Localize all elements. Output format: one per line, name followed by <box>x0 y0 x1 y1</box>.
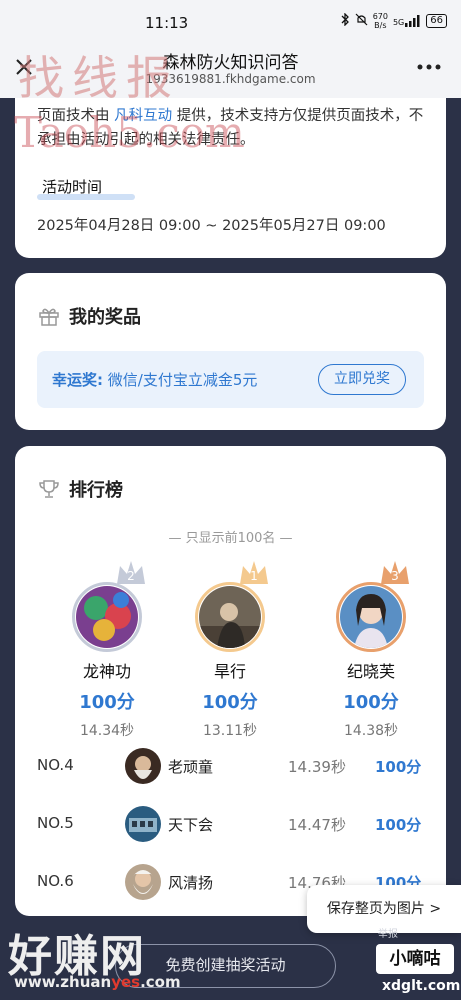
prize-header: 我的奖品 <box>37 303 141 329</box>
prize-value: 微信/支付宝立减金5元 <box>103 371 258 389</box>
avatar <box>125 806 161 842</box>
podium-time: 14.34秒 <box>79 723 135 739</box>
podium-score: 100分 <box>343 692 399 713</box>
bluetooth-icon <box>340 12 350 29</box>
avatar <box>199 586 261 648</box>
podium-second: 2 龙神功 100分 14.34秒 <box>47 561 167 740</box>
row-rank: NO.4 <box>37 756 74 774</box>
report-link[interactable]: 举报 <box>378 925 398 940</box>
status-bar: 11:13 670 B/s 5G 66 <box>0 0 461 42</box>
signal-label: 5G <box>392 18 405 27</box>
battery-level: 66 <box>430 15 443 26</box>
leaderboard-title: 排行榜 <box>69 480 123 501</box>
more-icon[interactable] <box>417 54 441 74</box>
prize-item: 幸运奖: 微信/支付宝立减金5元 立即兑奖 <box>37 351 424 408</box>
podium-avatar-wrap: 1 <box>193 561 268 654</box>
row-score: 100分 <box>375 816 422 834</box>
podium-name: 龙神功 <box>82 662 131 681</box>
row-name: 老顽童 <box>168 758 214 776</box>
net-speed: 670 B/s <box>373 12 388 30</box>
activity-time-label: 活动时间 <box>42 178 103 196</box>
prize-label: 幸运奖: 微信/支付宝立减金5元 <box>52 369 257 390</box>
leaderboard-card: 排行榜 — 只显示前100名 — 2 龙神功 100分 14.34秒 1 旱行 … <box>15 446 446 916</box>
row-time: 14.39秒 <box>288 758 346 776</box>
podium-name: 纪晓芙 <box>346 662 395 681</box>
avatar <box>76 586 138 648</box>
signal-icon: 5G <box>393 15 421 27</box>
my-prize-card: 我的奖品 幸运奖: 微信/支付宝立减金5元 立即兑奖 <box>15 273 446 430</box>
row-time: 14.47秒 <box>288 816 346 834</box>
prize-title: 我的奖品 <box>69 307 141 328</box>
podium-avatar-wrap: 3 <box>334 561 409 654</box>
redeem-button[interactable]: 立即兑奖 <box>318 364 406 395</box>
avatar <box>340 586 402 648</box>
status-time: 11:13 <box>145 14 189 32</box>
avatar <box>125 864 161 900</box>
mute-icon <box>355 13 368 29</box>
leaderboard-header: 排行榜 <box>37 476 123 502</box>
rank-number: 2 <box>127 569 135 583</box>
watermark-top-url: Taoh5.com <box>14 108 245 157</box>
leaderboard-subtitle: — 只显示前100名 — <box>168 531 293 546</box>
leaderboard-row: NO.5 天下会 14.47秒 100分 <box>15 804 446 844</box>
watermark-bottom-url: www.zhuanyes.com <box>14 973 181 991</box>
prize-type: 幸运奖: <box>52 371 103 389</box>
net-speed-unit: B/s <box>374 21 387 30</box>
gift-icon <box>37 304 61 328</box>
podium-time: 13.11秒 <box>202 723 258 739</box>
row-rank: NO.6 <box>37 872 74 890</box>
watermark-top: 找线报 <box>18 51 180 105</box>
podium-first: 1 旱行 100分 13.11秒 <box>170 561 290 740</box>
rank-number: 3 <box>391 569 399 583</box>
podium-time: 14.38秒 <box>343 723 399 739</box>
status-icons: 670 B/s 5G 66 <box>340 12 447 30</box>
watermark-url-highlight: yes <box>111 973 141 991</box>
row-name: 风清扬 <box>168 874 214 892</box>
watermark-url-post: .com <box>140 973 181 991</box>
watermark-url-pre: www.zhuan <box>14 973 112 991</box>
podium-name: 旱行 <box>213 662 246 681</box>
net-speed-value: 670 <box>372 12 388 21</box>
activity-time-range: 2025年04月28日 09:00 ~ 2025年05月27日 09:00 <box>37 218 386 234</box>
watermark-right-url: xdglt.com <box>382 978 461 994</box>
rank-number: 1 <box>250 569 258 583</box>
row-name: 天下会 <box>168 816 214 834</box>
row-rank: NO.5 <box>37 814 74 832</box>
podium-avatar-wrap: 2 <box>70 561 145 654</box>
trophy-icon <box>37 477 61 501</box>
avatar <box>125 748 161 784</box>
podium-third: 3 纪晓芙 100分 14.38秒 <box>311 561 431 740</box>
podium-score: 100分 <box>79 692 135 713</box>
battery-icon: 66 <box>426 14 447 28</box>
watermark-right-badge: 小嘀咕 <box>376 944 454 974</box>
podium-score: 100分 <box>202 692 258 713</box>
leaderboard-row: NO.4 老顽童 14.39秒 100分 <box>15 746 446 786</box>
row-score: 100分 <box>375 758 422 776</box>
